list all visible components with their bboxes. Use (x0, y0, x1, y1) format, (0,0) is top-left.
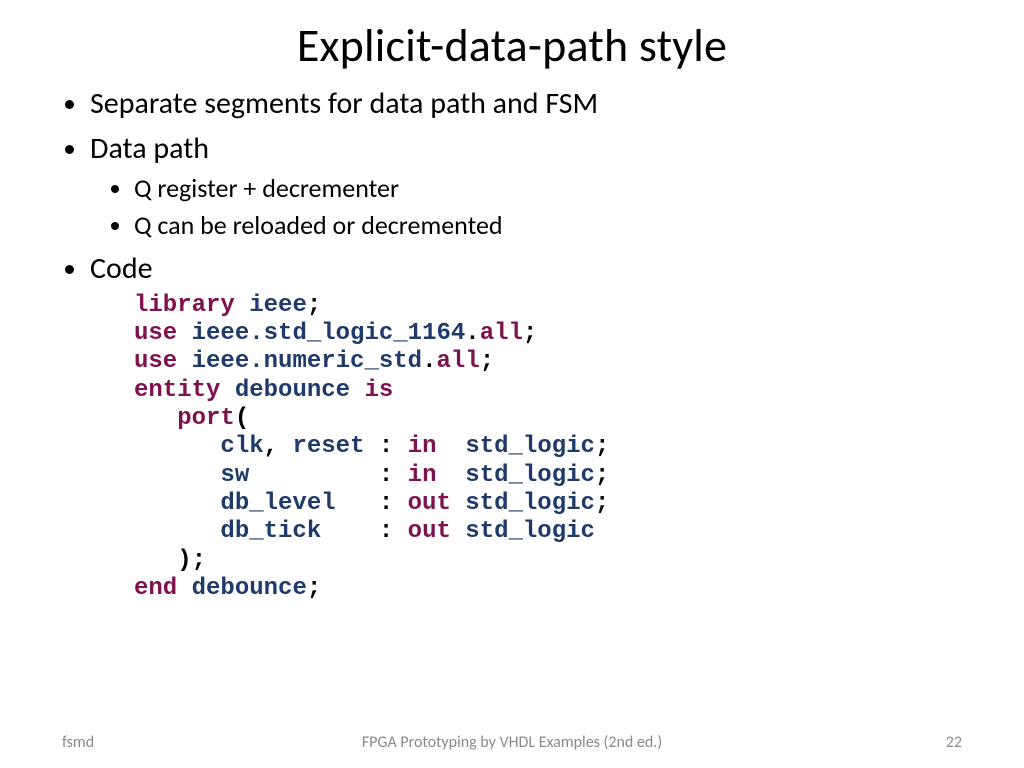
code-id: std_logic (465, 518, 595, 545)
slide-title: Explicit-data-path style (0, 0, 1024, 80)
bullet-subitem: Q register + decrementer (134, 171, 962, 206)
slide-footer: fsmd FPGA Prototyping by VHDL Examples (… (0, 733, 1024, 752)
code-id: debounce (235, 377, 350, 404)
code-id: ieee.std_logic_1164 (192, 320, 466, 347)
code-id: std_logic (465, 433, 595, 460)
bullet-list: Separate segments for data path and FSM … (62, 84, 962, 603)
code-keyword: use (134, 320, 177, 347)
slide-body: Separate segments for data path and FSM … (0, 84, 1024, 603)
code-id: debounce (192, 575, 307, 602)
code-id: db_tick (220, 518, 321, 545)
code-id: std_logic (465, 490, 595, 517)
bullet-sublist: Q register + decrementer Q can be reload… (90, 171, 962, 243)
code-block: library ieee; use ieee.std_logic_1164.al… (134, 292, 962, 603)
code-keyword: port (177, 405, 235, 432)
code-id: sw (220, 462, 249, 489)
footer-center: FPGA Prototyping by VHDL Examples (2nd e… (0, 733, 1024, 752)
code-keyword: all (480, 320, 523, 347)
code-keyword: out (408, 518, 451, 545)
bullet-item: Data path Q register + decrementer Q can… (90, 129, 962, 244)
code-keyword: use (134, 348, 177, 375)
code-keyword: library (134, 292, 235, 319)
bullet-item: Code library ieee; use ieee.std_logic_11… (90, 249, 962, 603)
code-id: db_level (220, 490, 335, 517)
code-keyword: in (408, 433, 437, 460)
code-id: ieee.numeric_std (192, 348, 422, 375)
code-id: reset (292, 433, 364, 460)
bullet-item: Separate segments for data path and FSM (90, 84, 962, 125)
code-keyword: out (408, 490, 451, 517)
code-keyword: all (436, 348, 479, 375)
code-keyword: entity (134, 377, 220, 404)
code-keyword: in (408, 462, 437, 489)
bullet-subitem: Q can be reloaded or decremented (134, 208, 962, 243)
bullet-text: Code (90, 250, 153, 287)
code-id: clk (220, 433, 263, 460)
code-id: std_logic (465, 462, 595, 489)
code-keyword: end (134, 575, 177, 602)
code-keyword: is (364, 377, 393, 404)
slide: Explicit-data-path style Separate segmen… (0, 0, 1024, 768)
code-id: ieee (249, 292, 307, 319)
bullet-text: Data path (90, 130, 209, 167)
